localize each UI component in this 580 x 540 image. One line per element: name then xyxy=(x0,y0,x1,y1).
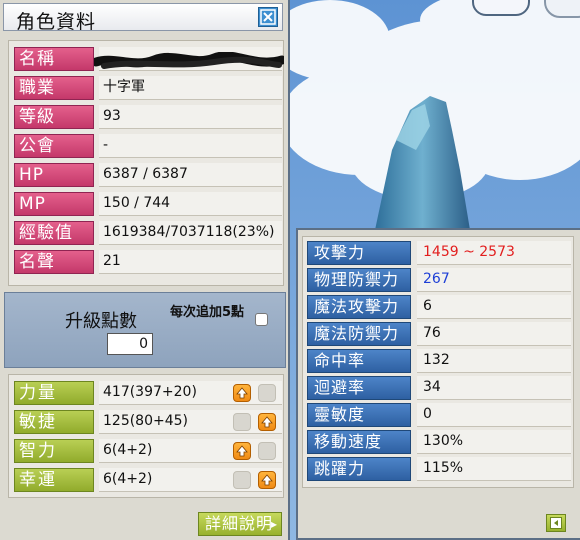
detail-stats-list: 攻擊力 1459 ~ 2573 物理防禦力 267 魔法攻擊力 6 魔法防禦力 … xyxy=(302,236,574,488)
stat-row-dex: 敏捷 125(80+45) xyxy=(14,410,282,436)
detail-value: 6 xyxy=(417,295,571,319)
detail-row-accuracy: 命中率 132 xyxy=(307,349,571,375)
detail-label: 魔法攻擊力 xyxy=(307,295,411,319)
detail-row-phys-def: 物理防禦力 267 xyxy=(307,268,571,294)
redacted-name-scribble xyxy=(94,52,284,69)
hud-user-icon[interactable] xyxy=(472,0,530,16)
info-row-job: 職業 十字軍 xyxy=(14,76,282,102)
up-arrow-icon xyxy=(261,474,273,486)
str-disabled-slot xyxy=(258,384,276,402)
info-row-fame: 名聲 21 xyxy=(14,250,282,276)
info-label: 職業 xyxy=(14,76,94,100)
info-row-mp: MP 150 / 744 xyxy=(14,192,282,218)
stat-value: 6(4+2) xyxy=(99,439,282,463)
stat-label: 力量 xyxy=(14,381,94,405)
window-title: 角色資料 xyxy=(16,11,97,33)
stat-row-str: 力量 417(397+20) xyxy=(14,381,282,407)
chevron-right-icon: ▸ xyxy=(270,517,278,531)
detail-row-avoidance: 迴避率 34 xyxy=(307,376,571,402)
detail-row-hands: 靈敏度 0 xyxy=(307,403,571,429)
auto-assign-label: 每次追加5點 xyxy=(169,305,245,320)
detail-value: 132 xyxy=(417,349,571,373)
info-value: 6387 / 6387 xyxy=(99,163,282,187)
detail-row-jump: 跳躍力 115% xyxy=(307,457,571,483)
detail-label: 跳躍力 xyxy=(307,457,411,481)
detail-label: 命中率 xyxy=(307,349,411,373)
detail-value: 1459 ~ 2573 xyxy=(417,241,571,265)
up-arrow-icon xyxy=(236,387,248,399)
stat-section: 力量 417(397+20) 敏捷 125(80+45) 智力 6(4+2) 幸… xyxy=(8,374,284,498)
stat-value: 417(397+20) xyxy=(99,381,282,405)
detail-value: 34 xyxy=(417,376,571,400)
back-arrow-icon xyxy=(550,517,562,529)
info-value: 1619384/7037118(23%) xyxy=(99,221,282,245)
int-up-button[interactable] xyxy=(233,442,251,460)
luk-disabled-slot xyxy=(233,471,251,489)
info-label: 等級 xyxy=(14,105,94,129)
info-label: 名稱 xyxy=(14,47,94,71)
up-arrow-icon xyxy=(236,445,248,457)
detail-value: 115% xyxy=(417,457,571,481)
ability-point-label: 升級點數 xyxy=(65,311,137,332)
stat-label: 智力 xyxy=(14,439,94,463)
info-row-exp: 經驗值 1619384/7037118(23%) xyxy=(14,221,282,247)
close-icon xyxy=(260,9,276,25)
detail-label: 物理防禦力 xyxy=(307,268,411,292)
auto-assign-checkbox[interactable] xyxy=(255,313,268,326)
detail-value: 130% xyxy=(417,430,571,454)
info-value: 十字軍 xyxy=(99,76,282,100)
dex-disabled-slot xyxy=(233,413,251,431)
detail-label: 靈敏度 xyxy=(307,403,411,427)
title-bar[interactable]: 角色資料 xyxy=(3,3,283,33)
ability-point-section: 升級點數 0 每次追加5點 xyxy=(4,292,286,368)
int-disabled-slot xyxy=(258,442,276,460)
info-label: 經驗值 xyxy=(14,221,94,245)
stat-row-int: 智力 6(4+2) xyxy=(14,439,282,465)
stat-label: 敏捷 xyxy=(14,410,94,434)
info-label: 名聲 xyxy=(14,250,94,274)
detail-button-label: 詳細說明 xyxy=(205,514,274,533)
stat-value: 6(4+2) xyxy=(99,468,282,492)
detail-row-speed: 移動速度 130% xyxy=(307,430,571,456)
detail-label: 移動速度 xyxy=(307,430,411,454)
info-value: - xyxy=(99,134,282,158)
luk-up-button[interactable] xyxy=(258,471,276,489)
detail-label: 迴避率 xyxy=(307,376,411,400)
close-button[interactable] xyxy=(258,7,278,27)
detail-value: 267 xyxy=(417,268,571,292)
detail-label: 魔法防禦力 xyxy=(307,322,411,346)
ability-point-field: 0 xyxy=(107,333,153,355)
str-up-button[interactable] xyxy=(233,384,251,402)
detail-button[interactable]: 詳細說明 ▸ xyxy=(198,512,282,536)
detail-row-magic-def: 魔法防禦力 76 xyxy=(307,322,571,348)
detail-value: 76 xyxy=(417,322,571,346)
detail-value: 0 xyxy=(417,403,571,427)
info-value: 150 / 744 xyxy=(99,192,282,216)
detail-row-magic-atk: 魔法攻擊力 6 xyxy=(307,295,571,321)
detail-row-attack: 攻擊力 1459 ~ 2573 xyxy=(307,241,571,267)
info-row-level: 等級 93 xyxy=(14,105,282,131)
info-row-hp: HP 6387 / 6387 xyxy=(14,163,282,189)
info-row-guild: 公會 - xyxy=(14,134,282,160)
detail-stats-window: 攻擊力 1459 ~ 2573 物理防禦力 267 魔法攻擊力 6 魔法防禦力 … xyxy=(296,228,580,540)
basic-info-section: 名稱 職業 十字軍 等級 93 公會 - HP 6387 / 6387 MP 1… xyxy=(8,40,284,286)
detail-label: 攻擊力 xyxy=(307,241,411,265)
stat-row-luk: 幸運 6(4+2) xyxy=(14,468,282,494)
stat-value: 125(80+45) xyxy=(99,410,282,434)
dex-up-button[interactable] xyxy=(258,413,276,431)
stat-label: 幸運 xyxy=(14,468,94,492)
info-value: 93 xyxy=(99,105,282,129)
info-value: 21 xyxy=(99,250,282,274)
up-arrow-icon xyxy=(261,416,273,428)
character-info-window: 角色資料 名稱 職業 十字軍 等級 93 公會 - HP 6387 / 6387 xyxy=(0,0,290,540)
collapse-button[interactable] xyxy=(546,514,566,532)
info-label: HP xyxy=(14,163,94,187)
info-label: MP xyxy=(14,192,94,216)
info-label: 公會 xyxy=(14,134,94,158)
